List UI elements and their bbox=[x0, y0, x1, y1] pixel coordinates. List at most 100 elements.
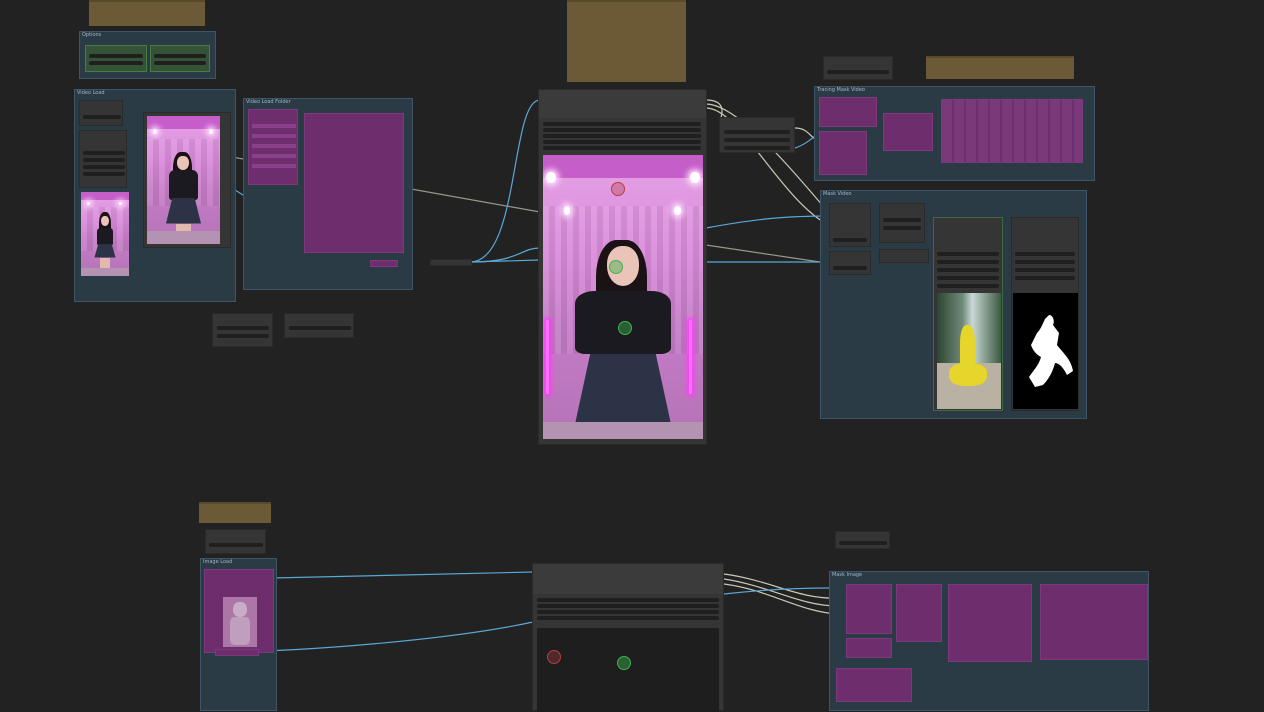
node-widget[interactable] bbox=[543, 140, 701, 144]
bypassed-node-mask-preview[interactable] bbox=[1040, 584, 1148, 660]
node-widget[interactable] bbox=[537, 616, 719, 620]
group-title: Video Load Folder bbox=[246, 99, 291, 105]
node-small-a[interactable] bbox=[212, 313, 273, 347]
group-image-load[interactable]: Image Load bbox=[200, 558, 277, 711]
bypassed-reroute[interactable] bbox=[215, 649, 259, 656]
option-node-2[interactable] bbox=[150, 45, 210, 72]
bypassed-node-mask-b[interactable] bbox=[846, 638, 892, 658]
overlay-result-image bbox=[937, 293, 1001, 409]
node-widget[interactable] bbox=[937, 284, 999, 288]
node-mask-a[interactable] bbox=[829, 203, 871, 247]
negative-point-marker[interactable] bbox=[611, 182, 625, 196]
node-small-b[interactable] bbox=[284, 313, 354, 338]
node-mask-c[interactable] bbox=[879, 203, 925, 243]
bypassed-node-tracing-b[interactable] bbox=[819, 131, 867, 175]
node-small-e[interactable] bbox=[835, 531, 890, 549]
group-title: Image Load bbox=[203, 559, 233, 565]
node-mask-d[interactable] bbox=[879, 249, 929, 263]
bypassed-node-mask-c[interactable] bbox=[896, 584, 942, 642]
node-widget[interactable] bbox=[833, 266, 867, 270]
note-bottom-left[interactable] bbox=[199, 502, 271, 523]
bypassed-node-load-folder[interactable] bbox=[248, 109, 298, 185]
node-widget[interactable] bbox=[83, 158, 125, 162]
node-mask-b[interactable] bbox=[829, 251, 871, 275]
node-widget[interactable] bbox=[1015, 268, 1075, 272]
node-widget[interactable] bbox=[937, 260, 999, 264]
image-load-thumbnail bbox=[223, 597, 257, 647]
group-title: Mask Image bbox=[832, 572, 863, 578]
node-widget[interactable] bbox=[209, 543, 263, 547]
node-int[interactable] bbox=[79, 100, 123, 126]
node-widget[interactable] bbox=[83, 165, 125, 169]
node-widget[interactable] bbox=[1015, 252, 1075, 256]
node-widget[interactable] bbox=[83, 172, 125, 176]
bypassed-node-overlay-image[interactable] bbox=[948, 584, 1032, 662]
node-small-d[interactable] bbox=[205, 529, 266, 554]
group-title: Tracing Mask Video bbox=[817, 87, 865, 93]
node-widget[interactable] bbox=[543, 146, 701, 150]
node-widget[interactable] bbox=[883, 226, 921, 230]
option-widget[interactable] bbox=[89, 54, 143, 58]
node-widget[interactable] bbox=[83, 115, 121, 119]
node-widget[interactable] bbox=[883, 218, 921, 222]
points-editor-canvas-image[interactable] bbox=[543, 155, 703, 439]
option-widget[interactable] bbox=[154, 54, 206, 58]
bypassed-node-folder-preview[interactable] bbox=[304, 113, 404, 253]
note-center[interactable] bbox=[567, 0, 686, 82]
bypassed-node-mask-d[interactable] bbox=[836, 668, 912, 702]
positive-point-marker[interactable] bbox=[618, 321, 632, 335]
node-widget[interactable] bbox=[537, 598, 719, 602]
node-widget[interactable] bbox=[83, 151, 125, 155]
node-widget[interactable] bbox=[724, 138, 790, 142]
node-widget[interactable] bbox=[543, 122, 701, 126]
group-video-load-folder[interactable]: Video Load Folder bbox=[243, 98, 413, 290]
node-widget[interactable] bbox=[937, 276, 999, 280]
group-options[interactable]: Options bbox=[79, 31, 216, 79]
node-widget[interactable] bbox=[724, 146, 790, 150]
node-widget[interactable] bbox=[839, 541, 887, 545]
group-tracing-mask-video[interactable]: Tracing Mask Video bbox=[814, 86, 1095, 181]
negative-point-marker[interactable] bbox=[547, 650, 561, 664]
video-load-preview-image bbox=[81, 192, 129, 276]
bypassed-reroute[interactable] bbox=[370, 260, 398, 267]
points-editor-image-canvas[interactable] bbox=[537, 628, 719, 712]
node-widget[interactable] bbox=[543, 134, 701, 138]
option-widget[interactable] bbox=[89, 61, 143, 65]
note-top-left[interactable] bbox=[89, 0, 205, 26]
mask-result-image bbox=[1013, 293, 1078, 409]
option-node-1[interactable] bbox=[85, 45, 147, 72]
node-widget[interactable] bbox=[543, 128, 701, 132]
bypassed-node-tracing-preview[interactable] bbox=[941, 99, 1083, 163]
node-widget[interactable] bbox=[937, 268, 999, 272]
group-mask-video[interactable]: Mask Video bbox=[820, 190, 1087, 419]
node-widget[interactable] bbox=[1015, 276, 1075, 280]
option-widget[interactable] bbox=[154, 61, 206, 65]
node-widget[interactable] bbox=[217, 326, 269, 330]
node-points-editor-image[interactable] bbox=[532, 563, 724, 712]
node-widget[interactable] bbox=[289, 326, 351, 330]
group-title: Mask Video bbox=[823, 191, 852, 197]
node-small-c[interactable] bbox=[823, 56, 893, 80]
group-title: Video Load bbox=[77, 90, 105, 96]
bypassed-node-tracing-a[interactable] bbox=[819, 97, 877, 127]
bypassed-node-tracing-c[interactable] bbox=[883, 113, 933, 151]
node-widget[interactable] bbox=[937, 252, 999, 256]
node-widget[interactable] bbox=[217, 334, 269, 338]
positive-point-marker[interactable] bbox=[609, 260, 623, 274]
note-top-right[interactable] bbox=[926, 56, 1074, 79]
node-widget[interactable] bbox=[537, 604, 719, 608]
node-sam-loader[interactable] bbox=[719, 117, 795, 153]
group-mask-image[interactable]: Mask Image bbox=[829, 571, 1149, 711]
bypassed-node-mask-a[interactable] bbox=[846, 584, 892, 634]
positive-point-marker[interactable] bbox=[617, 656, 631, 670]
node-widget[interactable] bbox=[724, 130, 790, 134]
node-widget[interactable] bbox=[827, 70, 889, 74]
reroute-node[interactable] bbox=[430, 259, 472, 266]
group-title: Options bbox=[82, 32, 102, 38]
node-widget[interactable] bbox=[1015, 260, 1075, 264]
video-frame-preview-image bbox=[147, 116, 220, 244]
node-widget[interactable] bbox=[833, 238, 867, 242]
node-widget[interactable] bbox=[537, 610, 719, 614]
node-load-video[interactable] bbox=[79, 130, 127, 188]
group-video-load[interactable]: Video Load bbox=[74, 89, 236, 302]
